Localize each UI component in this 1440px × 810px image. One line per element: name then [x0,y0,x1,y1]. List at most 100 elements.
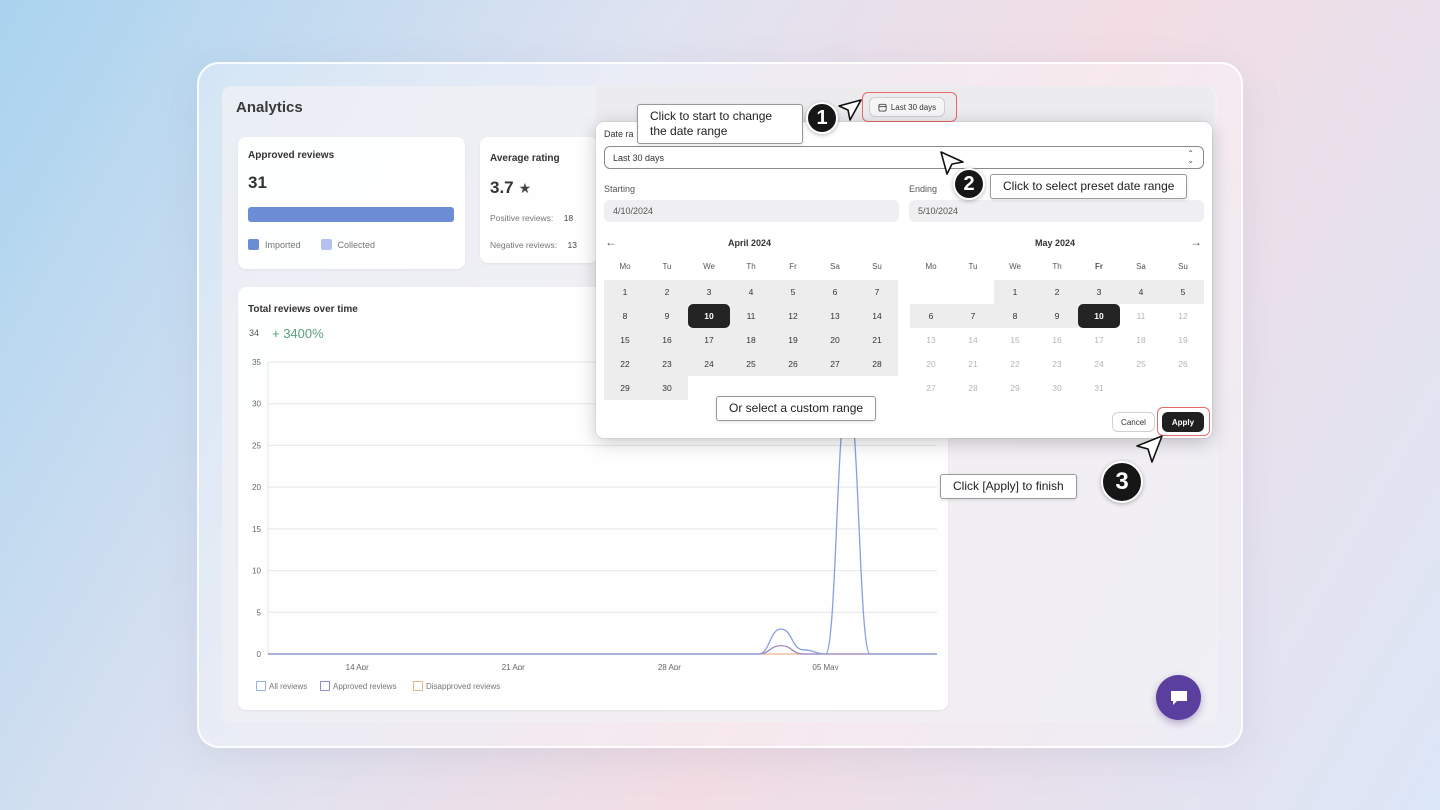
ending-date-field[interactable]: 5/10/2024 [909,200,1204,222]
april-day-28[interactable]: 28 [856,352,898,376]
may-day-11[interactable]: 11 [1120,304,1162,328]
chat-bubble-icon [1170,690,1187,705]
april-day-8[interactable]: 8 [604,304,646,328]
chart-total: 34 [249,328,260,338]
may-weekday-sa: Sa [1136,262,1146,271]
may-day-18[interactable]: 18 [1120,328,1162,352]
positive-reviews-value: 18 [563,213,574,223]
may-day-26[interactable]: 26 [1162,352,1204,376]
april-day-27[interactable]: 27 [814,352,856,376]
starting-label: Starting [604,184,636,194]
legend-disapproved-reviews[interactable]: Disapproved reviews [413,681,500,691]
chat-launcher-button[interactable] [1156,675,1201,720]
may-calendar-title: May 2024 [1035,238,1076,248]
preset-select-value: Last 30 days [613,152,665,163]
legend-approved-reviews[interactable]: Approved reviews [320,681,397,691]
x-tick-label: 05 May [812,663,838,670]
april-day-6[interactable]: 6 [814,280,856,304]
approved-reviews-title: Approved reviews [248,150,335,161]
april-day-18[interactable]: 18 [730,328,772,352]
april-day-29[interactable]: 29 [604,376,646,400]
april-day-25[interactable]: 25 [730,352,772,376]
april-day-17[interactable]: 17 [688,328,730,352]
may-day-8[interactable]: 8 [994,304,1036,328]
may-day-23[interactable]: 23 [1036,352,1078,376]
average-rating-card: Average rating 3.7 ★ Positive reviews: 1… [480,137,598,263]
april-day-30[interactable]: 30 [646,376,688,400]
may-weekday-fr: Fr [1095,262,1103,271]
april-day-26[interactable]: 26 [772,352,814,376]
may-day-27[interactable]: 27 [910,376,952,400]
series-line-approved-reviews [267,645,937,655]
april-day-19[interactable]: 19 [772,328,814,352]
positive-reviews-label: Positive reviews: [490,213,554,223]
star-icon: ★ [518,179,532,196]
may-day-4[interactable]: 4 [1120,280,1162,304]
april-day-21[interactable]: 21 [856,328,898,352]
may-day-1[interactable]: 1 [994,280,1036,304]
april-weekday-tu: Tu [662,262,672,271]
previous-month-arrow-icon[interactable]: ← [605,235,617,249]
may-day-24[interactable]: 24 [1078,352,1120,376]
may-day-10[interactable]: 10 [1078,304,1120,328]
april-day-7[interactable]: 7 [856,280,898,304]
may-day-17[interactable]: 17 [1078,328,1120,352]
april-day-4[interactable]: 4 [730,280,772,304]
april-day-14[interactable]: 14 [856,304,898,328]
may-day-12[interactable]: 12 [1162,304,1204,328]
april-weekday-we: We [703,262,715,271]
april-weekday-fr: Fr [789,262,797,271]
may-day-7[interactable]: 7 [952,304,994,328]
trigger-highlight [862,92,957,122]
april-day-3[interactable]: 3 [688,280,730,304]
april-day-23[interactable]: 23 [646,352,688,376]
may-day-28[interactable]: 28 [952,376,994,400]
may-day-25[interactable]: 25 [1120,352,1162,376]
april-day-15[interactable]: 15 [604,328,646,352]
y-tick-label: 5 [257,608,262,617]
may-day-20[interactable]: 20 [910,352,952,376]
april-day-10[interactable]: 10 [688,304,730,328]
may-day-3[interactable]: 3 [1078,280,1120,304]
starting-date-field[interactable]: 4/10/2024 [604,200,899,222]
imported-legend-label: Imported [265,239,301,250]
chart-change: + 3400% [272,326,324,341]
april-day-9[interactable]: 9 [646,304,688,328]
april-day-24[interactable]: 24 [688,352,730,376]
april-day-11[interactable]: 11 [730,304,772,328]
y-tick-label: 15 [252,525,261,534]
may-day-31[interactable]: 31 [1078,376,1120,400]
april-day-2[interactable]: 2 [646,280,688,304]
y-tick-label: 0 [257,650,262,659]
callout-preset-range: Click to select preset date range [990,174,1188,199]
may-day-2[interactable]: 2 [1036,280,1078,304]
average-rating-title: Average rating [490,153,560,164]
preset-date-range-select[interactable]: Last 30 days ⌃ ⌄ [604,146,1204,169]
may-day-29[interactable]: 29 [994,376,1036,400]
may-day-13[interactable]: 13 [910,328,952,352]
may-day-5[interactable]: 5 [1162,280,1204,304]
legend-all-reviews[interactable]: All reviews [256,681,307,691]
may-day-9[interactable]: 9 [1036,304,1078,328]
may-day-16[interactable]: 16 [1036,328,1078,352]
negative-reviews-value: 13 [567,240,577,250]
cancel-button[interactable]: Cancel [1112,412,1155,432]
may-day-6[interactable]: 6 [910,304,952,328]
may-day-22[interactable]: 22 [994,352,1036,376]
may-weekday-mo: Mo [925,262,937,271]
may-day-21[interactable]: 21 [952,352,994,376]
pointer-cursor-icon-2 [940,151,964,175]
april-day-13[interactable]: 13 [814,304,856,328]
may-day-30[interactable]: 30 [1036,376,1078,400]
may-day-14[interactable]: 14 [952,328,994,352]
may-day-15[interactable]: 15 [994,328,1036,352]
april-day-16[interactable]: 16 [646,328,688,352]
april-day-20[interactable]: 20 [814,328,856,352]
april-day-22[interactable]: 22 [604,352,646,376]
may-day-19[interactable]: 19 [1162,328,1204,352]
april-day-5[interactable]: 5 [772,280,814,304]
next-month-arrow-icon[interactable]: → [1190,235,1202,249]
callout-apply-finish: Click [Apply] to finish [940,474,1077,499]
april-day-12[interactable]: 12 [772,304,814,328]
april-day-1[interactable]: 1 [604,280,646,304]
